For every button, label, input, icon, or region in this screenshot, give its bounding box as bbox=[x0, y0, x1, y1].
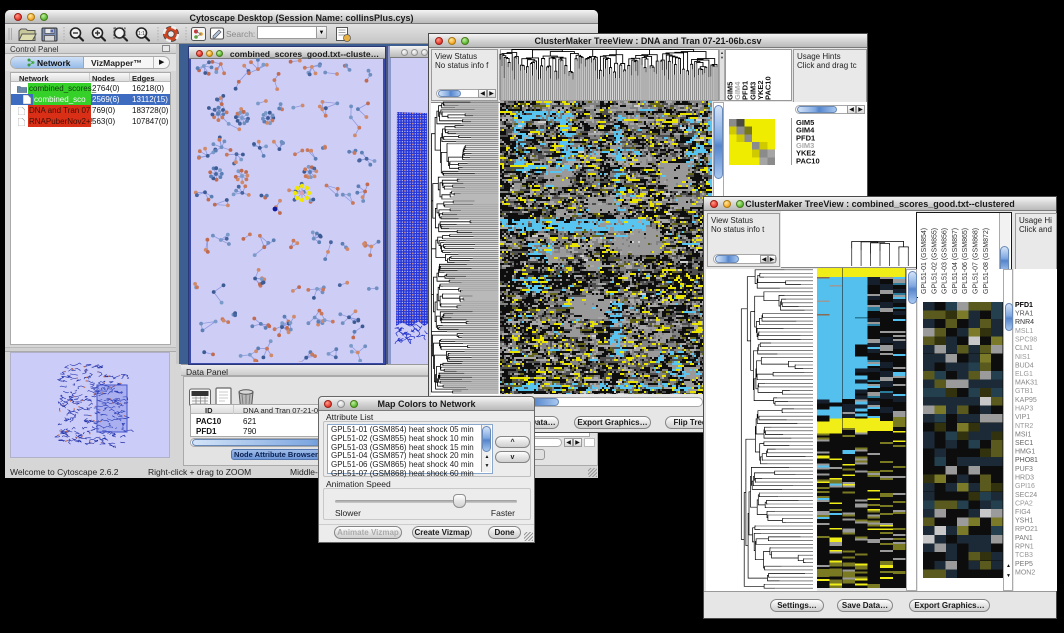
svg-text:PAN1: PAN1 bbox=[1015, 535, 1033, 542]
svg-text:CPA2: CPA2 bbox=[1015, 500, 1033, 507]
svg-text:FIG4: FIG4 bbox=[1015, 509, 1031, 516]
svg-text:MSL1: MSL1 bbox=[1015, 328, 1033, 335]
svg-text:PUF3: PUF3 bbox=[1015, 466, 1033, 473]
svg-text:VIP1: VIP1 bbox=[1015, 414, 1030, 421]
svg-text:PAC10: PAC10 bbox=[796, 156, 820, 165]
svg-text:SEC24: SEC24 bbox=[1015, 492, 1037, 499]
svg-text:KAP95: KAP95 bbox=[1015, 397, 1037, 404]
svg-text:RNR4: RNR4 bbox=[1015, 319, 1034, 326]
svg-text:PAC10: PAC10 bbox=[764, 76, 773, 100]
svg-text:GPL51-01 (GSM854): GPL51-01 (GSM854) bbox=[921, 228, 928, 294]
svg-text:HAP3: HAP3 bbox=[1015, 406, 1033, 413]
svg-text:NTR2: NTR2 bbox=[1015, 423, 1033, 430]
svg-text:GPL51-03 (GSM856): GPL51-03 (GSM856) bbox=[942, 228, 949, 294]
svg-text:HMG1: HMG1 bbox=[1015, 449, 1035, 456]
svg-text:YRA1: YRA1 bbox=[1015, 311, 1033, 318]
svg-text:MSI1: MSI1 bbox=[1015, 431, 1031, 438]
svg-text:HRD3: HRD3 bbox=[1015, 475, 1034, 482]
svg-text:PHO81: PHO81 bbox=[1015, 457, 1038, 464]
svg-text:SEC1: SEC1 bbox=[1015, 440, 1033, 447]
svg-text:YSH1: YSH1 bbox=[1015, 518, 1033, 525]
svg-text:CLN1: CLN1 bbox=[1015, 345, 1033, 352]
svg-text:ELG1: ELG1 bbox=[1015, 371, 1033, 378]
svg-text:GPL51-02 (GSM855): GPL51-02 (GSM855) bbox=[931, 228, 938, 294]
svg-text:1:1: 1:1 bbox=[138, 31, 145, 37]
svg-text:RPN1: RPN1 bbox=[1015, 544, 1034, 551]
svg-text:TCB3: TCB3 bbox=[1015, 552, 1033, 559]
svg-text:GPI16: GPI16 bbox=[1015, 483, 1035, 490]
svg-text:SPC98: SPC98 bbox=[1015, 337, 1037, 344]
svg-text:PFD1: PFD1 bbox=[1015, 302, 1033, 309]
svg-text:BUD4: BUD4 bbox=[1015, 362, 1034, 369]
svg-text:PEP5: PEP5 bbox=[1015, 561, 1033, 568]
svg-text:GPL51-08 (GSM872): GPL51-08 (GSM872) bbox=[983, 228, 990, 294]
svg-text:MAK31: MAK31 bbox=[1015, 380, 1038, 387]
svg-text:GPL51-04 (GSM857): GPL51-04 (GSM857) bbox=[952, 228, 959, 294]
svg-text:GPL51-06 (GSM865): GPL51-06 (GSM865) bbox=[962, 228, 969, 294]
svg-text:GTB1: GTB1 bbox=[1015, 388, 1033, 395]
svg-text:GPL51-07 (GSM868): GPL51-07 (GSM868) bbox=[973, 228, 980, 294]
svg-text:MON2: MON2 bbox=[1015, 569, 1035, 576]
svg-text:NIS1: NIS1 bbox=[1015, 354, 1031, 361]
svg-text:RPO21: RPO21 bbox=[1015, 526, 1038, 533]
